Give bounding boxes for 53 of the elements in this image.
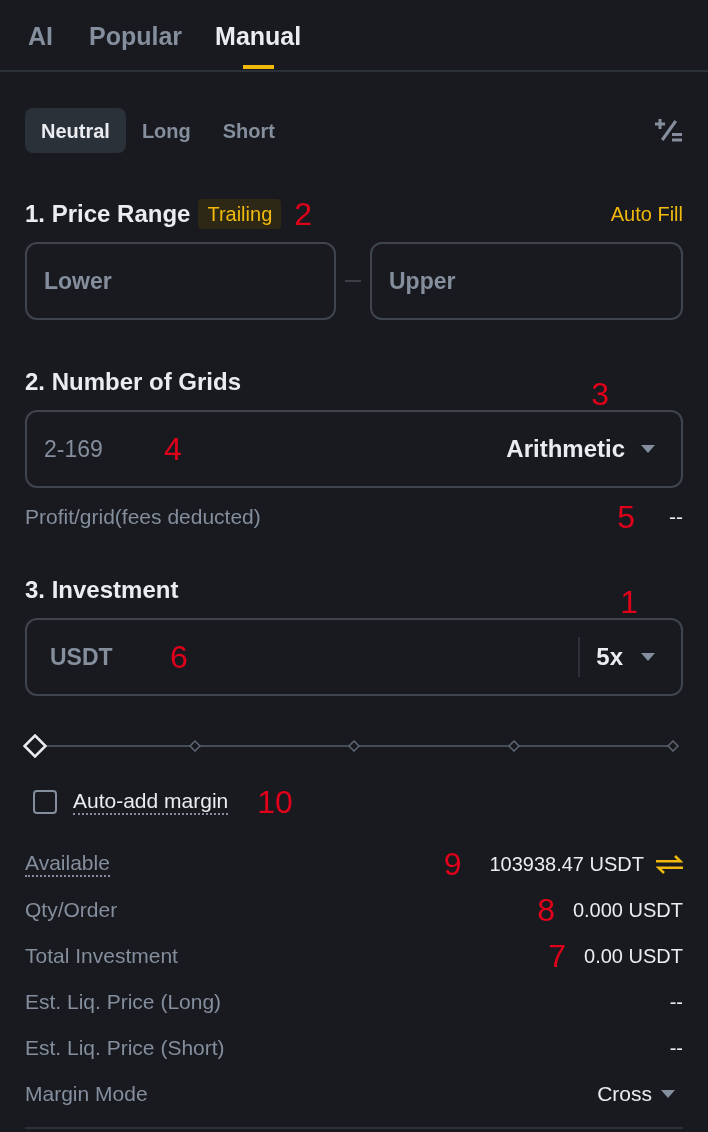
tab[interactable]: Manual (215, 24, 302, 70)
slider-step-icon[interactable] (188, 740, 201, 752)
direction-tab[interactable]: Neutral (25, 108, 126, 153)
annotation-number: 10 (257, 786, 293, 818)
info-label: Available (25, 851, 110, 877)
section-title: 3. Investment (25, 578, 179, 602)
info-value: -- (669, 1036, 683, 1061)
annotation-number: 9 (443, 848, 462, 880)
tag-badge[interactable]: Trailing (198, 199, 282, 229)
auto-fill-link[interactable]: Auto Fill (610, 199, 683, 229)
info-value: -- (669, 504, 683, 531)
direction-tab[interactable]: Short (206, 108, 291, 153)
tab[interactable]: AI (25, 24, 56, 70)
info-value: 103938.47 USDT (489, 852, 644, 877)
plus-equals-icon[interactable] (655, 119, 682, 142)
info-label: Qty/Order (25, 897, 118, 924)
caret-icon (641, 653, 655, 661)
price-input[interactable]: Lower (25, 242, 336, 320)
margin-mode-dropdown[interactable]: Cross (597, 1078, 683, 1110)
caret-icon (661, 1090, 675, 1098)
slider-step-icon[interactable] (667, 740, 679, 752)
info-label: Profit/grid(fees deducted) (25, 504, 261, 531)
investment-field[interactable]: USDT 6 5x (25, 618, 683, 696)
annotation-number: 7 (548, 940, 567, 972)
leverage-dropdown[interactable]: 5x (596, 639, 655, 675)
grid-type-dropdown[interactable]: Arithmetic (506, 431, 655, 467)
info-value: -- (669, 990, 683, 1015)
info-label: Est. Liq. Price (Short) (25, 1035, 225, 1062)
slider-step-icon[interactable] (348, 740, 360, 752)
annotation-number: 6 (170, 641, 188, 673)
section-title: 1. Price Range (25, 202, 191, 226)
price-input[interactable]: Upper (370, 242, 683, 320)
info-label: Margin Mode (25, 1081, 148, 1108)
checkbox-label: Auto-add margin (73, 789, 229, 815)
checkbox[interactable] (33, 790, 57, 814)
caret-icon (641, 445, 655, 453)
annotation-number: 8 (537, 894, 555, 926)
annotation-number: 4 (164, 433, 182, 465)
tab[interactable]: Popular (89, 24, 183, 70)
section-title: 2. Number of Grids (25, 370, 242, 394)
grid-count-field[interactable]: 2-169 4 Arithmetic (25, 410, 683, 488)
direction-tab[interactable]: Long (125, 108, 207, 153)
slider-thumb[interactable] (23, 734, 47, 758)
info-label: Est. Liq. Price (Long) (25, 989, 222, 1016)
annotation-number: 1 (620, 586, 638, 618)
slider-step-icon[interactable] (507, 740, 520, 752)
info-value: 0.00 USDT (584, 944, 683, 969)
info-value: 0.000 USDT (572, 898, 683, 923)
swap-icon[interactable] (656, 854, 683, 874)
annotation-number: 5 (617, 501, 635, 533)
annotation-number: 2 (294, 198, 313, 230)
annotation-number: 3 (591, 378, 609, 410)
info-label: Total Investment (25, 943, 178, 970)
